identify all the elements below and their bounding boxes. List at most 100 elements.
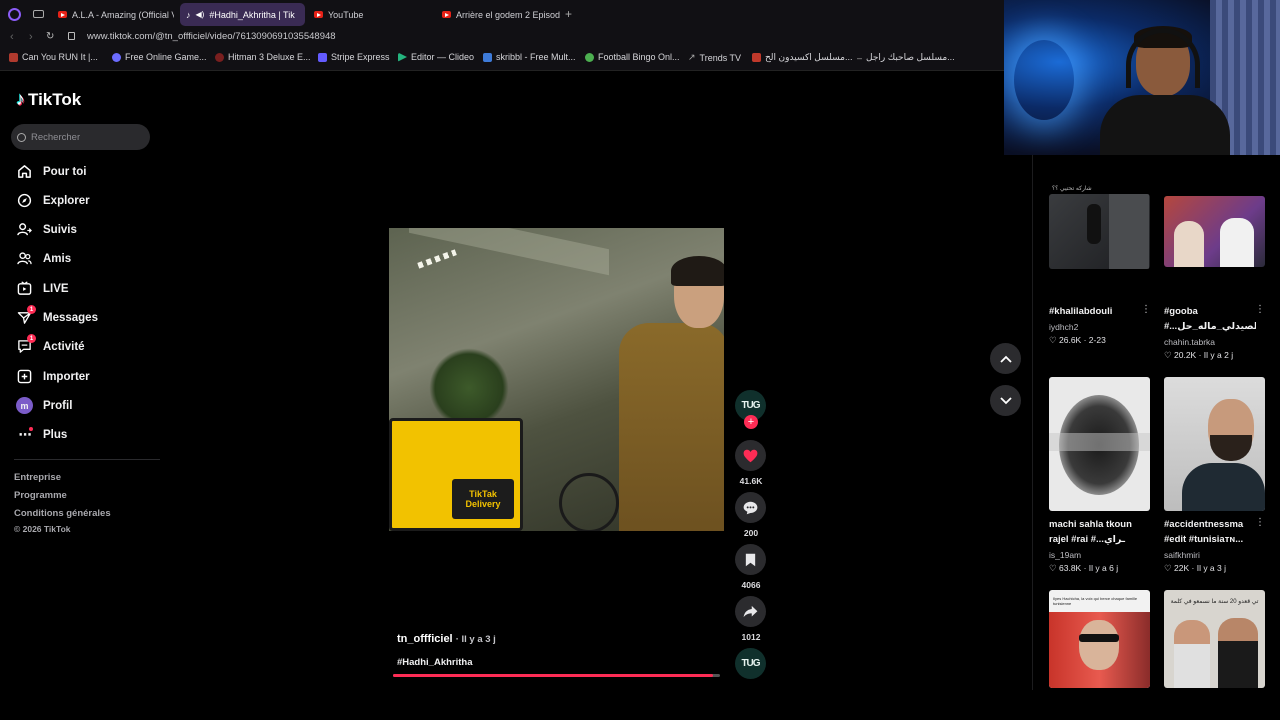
card-time: Il y a 6 j xyxy=(1088,563,1119,573)
speaker-icon[interactable]: ◀) xyxy=(196,10,205,19)
bookmark-icon xyxy=(585,52,594,62)
bookmark-football-bingo[interactable]: Football Bingo Onl... xyxy=(585,52,680,62)
new-tab-button[interactable]: + xyxy=(565,7,572,21)
video-author[interactable]: tn_offficiel xyxy=(397,633,453,645)
tab-label: YouTube xyxy=(328,9,364,20)
back-icon[interactable]: ‹ xyxy=(10,31,14,43)
man-hair xyxy=(671,256,724,286)
tab-overview-icon[interactable] xyxy=(33,10,44,18)
sidebar-divider xyxy=(14,459,160,460)
bookmark-trends-tv[interactable]: ↗ Trends TV xyxy=(688,52,741,63)
tab-arriere-el-godem[interactable]: Arrière el godem 2 Episod xyxy=(436,3,560,26)
thumb-boy-right xyxy=(1218,618,1258,688)
heart-outline-icon: ♡ xyxy=(1164,563,1172,573)
activity-icon: 1 xyxy=(16,334,36,355)
more-options-icon[interactable]: ⋮ xyxy=(1255,517,1265,528)
url-field[interactable]: www.tiktok.com/@tn_offficiel/video/76130… xyxy=(87,31,336,42)
nav-explorer[interactable]: Explorer xyxy=(16,192,90,209)
footer-conditions[interactable]: Conditions générales xyxy=(14,508,111,519)
nav-label: Pour toi xyxy=(43,165,87,178)
thumb-person-right xyxy=(1220,218,1254,267)
card-meta: ♡ 26.6K · 2-23 xyxy=(1049,335,1106,346)
webcam-overlay xyxy=(1004,0,1280,155)
bookmark-hitman-3[interactable]: Hitman 3 Deluxe E... xyxy=(215,52,311,62)
card-author[interactable]: chahin.tabrka xyxy=(1164,337,1215,347)
video-author-line: tn_offficiel · Il y a 3 j xyxy=(397,633,496,645)
thumb-boy-left xyxy=(1174,620,1210,688)
music-disc[interactable]: TUG xyxy=(735,648,766,679)
card-author[interactable]: iydhch2 xyxy=(1049,322,1078,332)
tiktok-logo[interactable]: ♪ TikTok xyxy=(16,89,81,110)
nav-label: Explorer xyxy=(43,194,90,207)
messages-icon: 1 xyxy=(16,305,36,326)
forward-icon[interactable]: › xyxy=(29,31,33,43)
card-title-line2[interactable]: #edit #tunisiaᴛɴ... xyxy=(1164,533,1256,546)
bookmark-series-1[interactable]: مسلسل اكسيدون الح... xyxy=(752,52,852,63)
card-title-line2[interactable]: #...عجب_الصيدلي_ماله_حل xyxy=(1164,320,1256,333)
bookmark-label: Can You RUN It |... xyxy=(22,52,98,62)
more-options-icon[interactable]: ⋮ xyxy=(1141,304,1151,315)
bookmark-free-online-game[interactable]: Free Online Game... xyxy=(112,52,207,62)
top-caption: شاركه تحتيي ؟؟ xyxy=(1052,186,1092,192)
bookmark-stripe-express[interactable]: Stripe Express xyxy=(318,52,390,62)
previous-video-button[interactable] xyxy=(990,343,1021,374)
bookmark-can-you-run-it[interactable]: Can You RUN It |... xyxy=(9,52,98,62)
video-thumb-6[interactable]: تي قعدو 20 سنة ما نسمعو في كلمة xyxy=(1164,590,1265,688)
video-thumb-3[interactable] xyxy=(1049,377,1150,511)
nav-label: Importer xyxy=(43,370,90,383)
save-count: 4066 xyxy=(741,580,761,590)
trend-icon: ↗ xyxy=(688,52,696,62)
nav-live[interactable]: LIVE xyxy=(16,280,69,297)
reload-icon[interactable]: ↻ xyxy=(46,31,54,42)
nav-profil[interactable]: m Profil xyxy=(16,397,72,414)
like-button[interactable] xyxy=(735,440,766,471)
card-title[interactable]: machi sahla tkoun xyxy=(1049,518,1141,531)
footer-entreprise[interactable]: Entreprise xyxy=(14,472,61,483)
tab-youtube[interactable]: YouTube xyxy=(308,3,434,26)
nav-plus[interactable]: ⋯ Plus xyxy=(16,426,68,443)
bookmark-series-2[interactable]: – مسلسل صاحبك راجل... xyxy=(857,52,955,63)
nav-importer[interactable]: Importer xyxy=(16,368,90,385)
search-box[interactable]: Rechercher xyxy=(11,124,150,150)
comment-icon xyxy=(743,501,758,514)
nav-activite[interactable]: 1 Activité xyxy=(16,334,85,355)
bookmark-skribbl[interactable]: skribbl - Free Mult... xyxy=(483,52,576,62)
card-title[interactable]: #accidentnessma xyxy=(1164,518,1256,531)
video-progress-track[interactable] xyxy=(393,674,720,677)
video-thumb-4[interactable] xyxy=(1164,377,1265,511)
tiktok-note-icon: ♪ xyxy=(16,89,25,109)
nav-suivis[interactable]: Suivis xyxy=(16,221,77,238)
nav-pour-toi[interactable]: Pour toi xyxy=(16,163,86,180)
share-icon xyxy=(743,605,758,618)
more-options-icon[interactable]: ⋮ xyxy=(1255,304,1265,315)
nav-messages[interactable]: 1 Messages xyxy=(16,305,98,326)
tab-hadhi-akhritha[interactable]: ♪ ◀) #Hadhi_Akhritha | Tik xyxy=(180,3,305,26)
video-thumb-1[interactable] xyxy=(1049,194,1150,269)
thumb-band xyxy=(1049,433,1150,451)
share-button[interactable] xyxy=(735,596,766,627)
video-thumb-2[interactable] xyxy=(1164,196,1265,267)
bookmark-clideo[interactable]: Editor — Clideo xyxy=(398,52,474,62)
follow-plus-button[interactable]: + xyxy=(744,415,758,429)
video-hashtag[interactable]: #Hadhi_Akhritha xyxy=(397,657,473,668)
tab-label: Arrière el godem 2 Episod xyxy=(456,9,560,20)
card-title[interactable]: #khalilabdouli xyxy=(1049,305,1141,318)
comment-button[interactable] xyxy=(735,492,766,523)
ceiling-beam xyxy=(409,228,609,276)
browser-menu-icon[interactable] xyxy=(8,8,21,21)
bookmark-icon xyxy=(318,52,327,62)
next-video-button[interactable] xyxy=(990,385,1021,416)
footer-programme[interactable]: Programme xyxy=(14,490,67,501)
tiktok-icon: ♪ xyxy=(186,9,191,20)
streamer-shirt xyxy=(1100,95,1230,155)
card-title[interactable]: #gooba xyxy=(1164,305,1256,318)
card-title-line2[interactable]: rajel #rai #...ـراي xyxy=(1049,533,1141,546)
card-author[interactable]: is_19am xyxy=(1049,550,1081,560)
nav-amis[interactable]: Amis xyxy=(16,250,71,267)
thumb-figure xyxy=(1087,204,1101,244)
video-player[interactable]: TikTak Delivery xyxy=(389,228,724,531)
card-author[interactable]: saifkhmiri xyxy=(1164,550,1200,560)
tab-ala-amazing[interactable]: A.L.A - Amazing (Official V xyxy=(52,3,174,26)
video-thumb-5[interactable]: Ilyes Hachicha, la voix qui berce chaque… xyxy=(1049,590,1150,688)
save-button[interactable] xyxy=(735,544,766,575)
